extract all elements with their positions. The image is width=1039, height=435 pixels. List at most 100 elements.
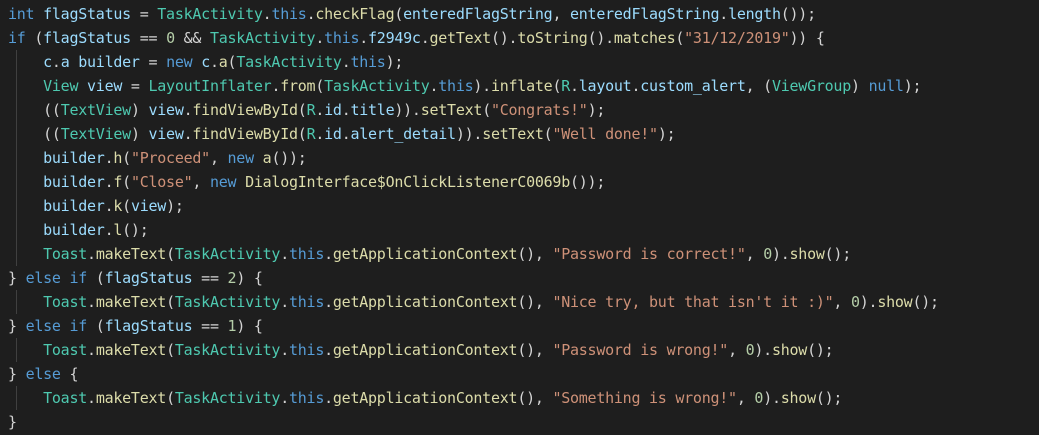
code-token: .	[87, 389, 96, 407]
code-token: (),	[517, 341, 553, 359]
code-token: ,	[736, 389, 755, 407]
code-token: .	[87, 293, 96, 311]
code-line[interactable]: int flagStatus = TaskActivity.this.check…	[0, 2, 1039, 26]
code-token: =	[122, 77, 149, 95]
code-token: (	[122, 149, 131, 167]
code-line[interactable]: c.a builder = new c.a(TaskActivity.this)…	[0, 50, 1039, 74]
code-token: from	[280, 77, 316, 95]
code-lines: int flagStatus = TaskActivity.this.check…	[0, 2, 1039, 434]
code-token: (	[166, 341, 175, 359]
code-token: checkFlag	[315, 5, 395, 23]
code-token: makeText	[95, 389, 167, 407]
code-line[interactable]: } else if (flagStatus == 1) {	[0, 314, 1039, 338]
code-token: ==	[192, 317, 228, 335]
code-token: );	[587, 101, 606, 119]
code-token: show	[780, 389, 816, 407]
code-token: builder	[43, 221, 105, 239]
code-line[interactable]: View view = LayoutInflater.from(TaskActi…	[0, 74, 1039, 98]
code-line[interactable]: ((TextView) view.findViewById(R.id.title…	[0, 98, 1039, 122]
code-token: alert_detail	[350, 125, 456, 143]
code-token: (	[315, 77, 325, 95]
code-token: );	[385, 53, 404, 71]
code-token: Toast	[43, 389, 88, 407]
code-line[interactable]: builder.h("Proceed", new a());	[0, 146, 1039, 170]
code-line[interactable]: Toast.makeText(TaskActivity.this.getAppl…	[0, 338, 1039, 362]
code-token: .	[87, 245, 96, 263]
code-line[interactable]: Toast.makeText(TaskActivity.this.getAppl…	[0, 386, 1039, 410]
code-token: makeText	[95, 245, 167, 263]
code-token: getApplicationContext	[332, 341, 518, 359]
code-token: );	[657, 125, 676, 143]
code-token: this	[289, 389, 325, 407]
code-token: )) {	[789, 29, 825, 47]
code-token: (	[227, 53, 237, 71]
code-token: .	[280, 389, 289, 407]
code-token: if	[69, 269, 88, 287]
code-token: 1	[227, 317, 237, 335]
code-token: id	[324, 101, 342, 119]
indent-guide	[16, 338, 17, 362]
code-token: TextView	[60, 125, 132, 143]
code-token: ).	[859, 293, 878, 311]
code-token: (	[394, 5, 404, 23]
code-token: }	[8, 413, 17, 431]
code-token: .	[209, 53, 219, 71]
code-token: this	[289, 293, 325, 311]
code-token: Toast	[43, 293, 88, 311]
code-token: 2	[227, 269, 237, 287]
code-token: =	[130, 5, 158, 23]
code-token: l	[113, 221, 123, 239]
code-token: layout	[578, 77, 632, 95]
code-token: ).	[771, 245, 790, 263]
code-token: (	[166, 293, 175, 311]
code-token: makeText	[95, 341, 167, 359]
code-token: ,	[833, 293, 851, 311]
code-token: flagStatus	[104, 317, 193, 335]
code-token: enteredFlagString	[570, 5, 720, 23]
code-token: .	[570, 77, 579, 95]
code-token: "31/12/2019"	[684, 29, 790, 47]
code-line[interactable]: }	[0, 410, 1039, 434]
code-token: .	[87, 341, 96, 359]
code-token: TaskActivity	[209, 29, 316, 47]
code-line[interactable]: builder.f("Close", new DialogInterface$O…	[0, 170, 1039, 194]
indent-guide	[16, 194, 17, 218]
code-token: ();	[824, 245, 852, 263]
code-line[interactable]: builder.l();	[0, 218, 1039, 242]
indent-guide	[16, 122, 17, 146]
code-token: show	[789, 245, 825, 263]
code-editor[interactable]: int flagStatus = TaskActivity.this.check…	[0, 0, 1039, 435]
code-token: TaskActivity	[157, 5, 263, 23]
code-token: 0	[850, 293, 860, 311]
code-line[interactable]: } else if (flagStatus == 2) {	[0, 266, 1039, 290]
code-token: h	[113, 149, 123, 167]
code-token: .	[359, 29, 369, 47]
code-token: getApplicationContext	[332, 293, 518, 311]
code-token: "Well done!"	[552, 125, 658, 143]
code-token: view	[148, 125, 184, 143]
code-line[interactable]: } else {	[0, 362, 1039, 386]
code-token: getText	[429, 29, 492, 47]
code-token: ,	[728, 341, 746, 359]
code-token: builder	[43, 149, 105, 167]
code-line[interactable]: Toast.makeText(TaskActivity.this.getAppl…	[0, 242, 1039, 266]
code-token: (),	[517, 389, 553, 407]
code-line[interactable]: builder.k(view);	[0, 194, 1039, 218]
code-token: (	[166, 389, 175, 407]
indent-guide	[16, 386, 17, 410]
code-token: (	[87, 269, 105, 287]
code-token: .	[280, 293, 289, 311]
code-line[interactable]: if (flagStatus == 0 && TaskActivity.this…	[0, 26, 1039, 50]
code-token: (	[482, 101, 491, 119]
code-token: );	[903, 77, 922, 95]
code-token: a	[218, 53, 228, 71]
code-line[interactable]: Toast.makeText(TaskActivity.this.getAppl…	[0, 290, 1039, 314]
code-line[interactable]: ((TextView) view.findViewById(R.id.alert…	[0, 122, 1039, 146]
code-token: makeText	[95, 293, 167, 311]
